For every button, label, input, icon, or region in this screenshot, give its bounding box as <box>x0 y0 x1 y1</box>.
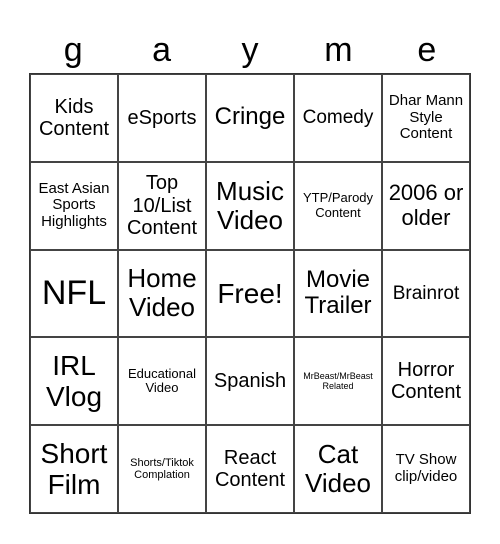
bingo-cell[interactable]: 2006 or older <box>382 161 470 250</box>
title-letter: e <box>417 31 437 69</box>
bingo-cell[interactable]: Cat Video <box>294 425 382 513</box>
bingo-cell[interactable]: Movie Trailer <box>294 249 382 338</box>
bingo-cell[interactable]: TV Show clip/video <box>382 425 470 513</box>
bingo-cell[interactable]: NFL <box>30 249 118 338</box>
bingo-cell[interactable]: Music Video <box>206 161 294 250</box>
title-letter: m <box>324 31 353 69</box>
bingo-cell[interactable]: Dhar Mann Style Content <box>382 74 470 162</box>
title-letter: a <box>152 31 172 69</box>
bingo-title: g a y m e <box>29 30 471 73</box>
bingo-cell[interactable]: Home Video <box>118 249 206 338</box>
bingo-grid: Kids Content eSports Cringe Comedy Dhar … <box>29 73 471 514</box>
bingo-cell[interactable]: MrBeast/MrBeast Related <box>294 337 382 426</box>
bingo-cell[interactable]: Top 10/List Content <box>118 161 206 250</box>
bingo-cell[interactable]: Short Film <box>30 425 118 513</box>
title-letter: g <box>63 31 83 69</box>
bingo-cell[interactable]: Shorts/Tiktok Complation <box>118 425 206 513</box>
bingo-cell[interactable]: eSports <box>118 74 206 162</box>
bingo-cell[interactable]: Cringe <box>206 74 294 162</box>
title-letter: y <box>241 31 259 69</box>
bingo-cell[interactable]: React Content <box>206 425 294 513</box>
bingo-cell[interactable]: East Asian Sports Highlights <box>30 161 118 250</box>
bingo-cell[interactable]: Educational Video <box>118 337 206 426</box>
bingo-cell[interactable]: IRL Vlog <box>30 337 118 426</box>
bingo-cell[interactable]: Spanish <box>206 337 294 426</box>
bingo-cell[interactable]: Comedy <box>294 74 382 162</box>
bingo-cell[interactable]: Horror Content <box>382 337 470 426</box>
bingo-cell[interactable]: YTP/Parody Content <box>294 161 382 250</box>
free-cell[interactable]: Free! <box>206 249 294 338</box>
bingo-cell[interactable]: Kids Content <box>30 74 118 162</box>
bingo-cell[interactable]: Brainrot <box>382 249 470 338</box>
